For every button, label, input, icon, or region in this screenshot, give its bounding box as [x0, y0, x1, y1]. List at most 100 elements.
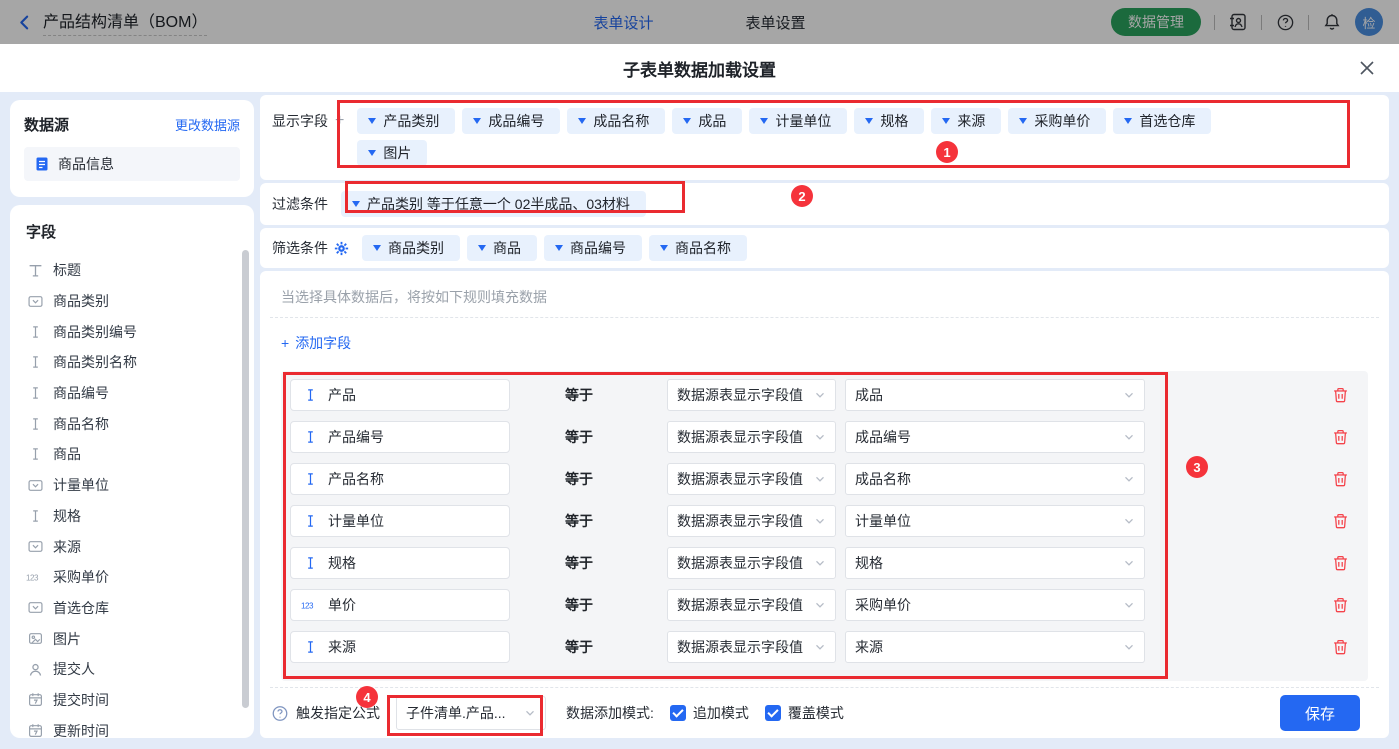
field-label: 商品名称 — [53, 414, 109, 434]
rule-field-input[interactable]: 来源 — [290, 631, 510, 663]
delete-rule-button[interactable] — [1332, 428, 1350, 446]
field-label: 计量单位 — [53, 475, 109, 495]
field-list-item[interactable]: 商品编号 — [26, 378, 254, 409]
delete-rule-button[interactable] — [1332, 470, 1350, 488]
rule-field-input[interactable]: 产品名称 — [290, 463, 510, 495]
datasource-item[interactable]: 商品信息 — [24, 147, 240, 181]
field-list-item[interactable]: 标题 — [26, 255, 254, 286]
field-tag[interactable]: 成品名称 — [567, 108, 665, 134]
rule-value-select[interactable]: 计量单位 — [845, 505, 1145, 537]
rule-source-select[interactable]: 数据源表显示字段值 — [667, 379, 836, 411]
rule-source-select[interactable]: 数据源表显示字段值 — [667, 505, 836, 537]
field-list-item[interactable]: 商品类别 — [26, 286, 254, 317]
rule-field-input[interactable]: 计量单位 — [290, 505, 510, 537]
avatar[interactable]: 检 — [1355, 8, 1383, 36]
checkbox[interactable] — [765, 705, 781, 721]
field-list-item[interactable]: 计量单位 — [26, 470, 254, 501]
notification-bell-icon[interactable] — [1322, 12, 1342, 32]
close-button[interactable] — [1357, 58, 1377, 78]
field-list-item[interactable]: 商品类别编号 — [26, 316, 254, 347]
add-display-field-icon[interactable]: + — [335, 108, 344, 134]
change-datasource-link[interactable]: 更改数据源 — [175, 115, 240, 134]
app-header: 产品结构清单（BOM） 表单设计 表单设置 数据管理 检 — [0, 0, 1399, 44]
field-list-item[interactable]: 更新时间 — [26, 715, 254, 738]
rule-source-select[interactable]: 数据源表显示字段值 — [667, 547, 836, 579]
rule-value-select[interactable]: 规格 — [845, 547, 1145, 579]
rule-field-input[interactable]: 规格 — [290, 547, 510, 579]
rule-value-select[interactable]: 成品名称 — [845, 463, 1145, 495]
field-tag[interactable]: 规格 — [854, 108, 924, 134]
rule-source-select[interactable]: 数据源表显示字段值 — [667, 463, 836, 495]
help-circle-icon[interactable] — [271, 704, 289, 722]
field-list-item[interactable]: 首选仓库 — [26, 593, 254, 624]
formula-select[interactable]: 子件清单.产品... — [396, 696, 546, 730]
trash-icon — [1332, 638, 1349, 656]
rule-field-input[interactable]: 产品编号 — [290, 421, 510, 453]
save-button[interactable]: 保存 — [1280, 695, 1360, 731]
tab-form-design[interactable]: 表单设计 — [593, 12, 653, 33]
rules-card: 当选择具体数据后，将按如下规则填充数据 + 添加字段 产品 等于 数据源表显示字… — [260, 271, 1389, 738]
field-tag[interactable]: 产品类别 — [357, 108, 455, 134]
add-field-button[interactable]: + 添加字段 — [281, 333, 351, 353]
rule-source-select[interactable]: 数据源表显示字段值 — [667, 589, 836, 621]
field-tag[interactable]: 计量单位 — [749, 108, 847, 134]
delete-rule-button[interactable] — [1332, 512, 1350, 530]
delete-rule-button[interactable] — [1332, 596, 1350, 614]
rule-operator: 等于 — [565, 637, 610, 657]
rule-value-select[interactable]: 成品编号 — [845, 421, 1145, 453]
field-tag[interactable]: 成品编号 — [462, 108, 560, 134]
text-icon — [26, 355, 44, 369]
field-tag[interactable]: 图片 — [357, 140, 427, 166]
data-manage-button[interactable]: 数据管理 — [1111, 8, 1201, 36]
delete-rule-button[interactable] — [1332, 386, 1350, 404]
mode-checkbox-item[interactable]: 覆盖模式 — [765, 703, 844, 723]
chevron-down-icon — [368, 150, 376, 156]
address-book-icon[interactable] — [1228, 12, 1248, 32]
field-list-item[interactable]: 提交人 — [26, 654, 254, 685]
screen-tag[interactable]: 商品编号 — [544, 235, 642, 261]
screen-tag[interactable]: 商品类别 — [362, 235, 460, 261]
gear-icon[interactable] — [334, 241, 349, 256]
field-list-item[interactable]: 规格 — [26, 501, 254, 532]
date-icon — [26, 723, 44, 738]
back-button[interactable] — [16, 14, 33, 31]
field-list-item[interactable]: 商品类别名称 — [26, 347, 254, 378]
text-icon — [26, 447, 44, 461]
field-list-item[interactable]: 商品 — [26, 439, 254, 470]
field-list-item[interactable]: 来源 — [26, 531, 254, 562]
field-list-item[interactable]: 123 采购单价 — [26, 562, 254, 593]
rule-source-select[interactable]: 数据源表显示字段值 — [667, 631, 836, 663]
chevron-down-icon — [524, 707, 536, 719]
filter-tag[interactable]: 产品类别 等于任意一个 02半成品、03材料 — [341, 191, 646, 217]
screen-tag[interactable]: 商品名称 — [649, 235, 747, 261]
field-list-item[interactable]: 提交时间 — [26, 685, 254, 716]
scrollbar-thumb[interactable] — [242, 250, 249, 708]
form-title[interactable]: 产品结构清单（BOM） — [43, 8, 207, 36]
delete-rule-button[interactable] — [1332, 554, 1350, 572]
checkbox[interactable] — [670, 705, 686, 721]
field-tag[interactable]: 首选仓库 — [1113, 108, 1211, 134]
divider — [1261, 15, 1262, 30]
rule-field-input[interactable]: 产品 — [290, 379, 510, 411]
modal-body: 数据源 更改数据源 商品信息 字段 标题 商品类别 — [0, 92, 1399, 749]
delete-rule-button[interactable] — [1332, 638, 1350, 656]
screen-tag[interactable]: 商品 — [467, 235, 537, 261]
mode-checkbox-item[interactable]: 追加模式 — [670, 703, 749, 723]
help-icon[interactable] — [1275, 12, 1295, 32]
display-fields-section: 显示字段 + 产品类别 成品编号 成品名 — [260, 95, 1389, 180]
field-list-item[interactable]: 商品名称 — [26, 408, 254, 439]
svg-text:123: 123 — [301, 601, 314, 610]
rule-value-select[interactable]: 来源 — [845, 631, 1145, 663]
tab-form-settings[interactable]: 表单设置 — [746, 12, 806, 33]
rule-value-select[interactable]: 采购单价 — [845, 589, 1145, 621]
datasource-item-label: 商品信息 — [58, 154, 114, 174]
rule-source-select[interactable]: 数据源表显示字段值 — [667, 421, 836, 453]
field-tag[interactable]: 采购单价 — [1008, 108, 1106, 134]
field-tag[interactable]: 来源 — [931, 108, 1001, 134]
text-icon — [26, 509, 44, 523]
select-icon — [26, 539, 44, 554]
field-tag[interactable]: 成品 — [672, 108, 742, 134]
rule-value-select[interactable]: 成品 — [845, 379, 1145, 411]
field-list-item[interactable]: 图片 — [26, 623, 254, 654]
rule-field-input[interactable]: 123 单价 — [290, 589, 510, 621]
